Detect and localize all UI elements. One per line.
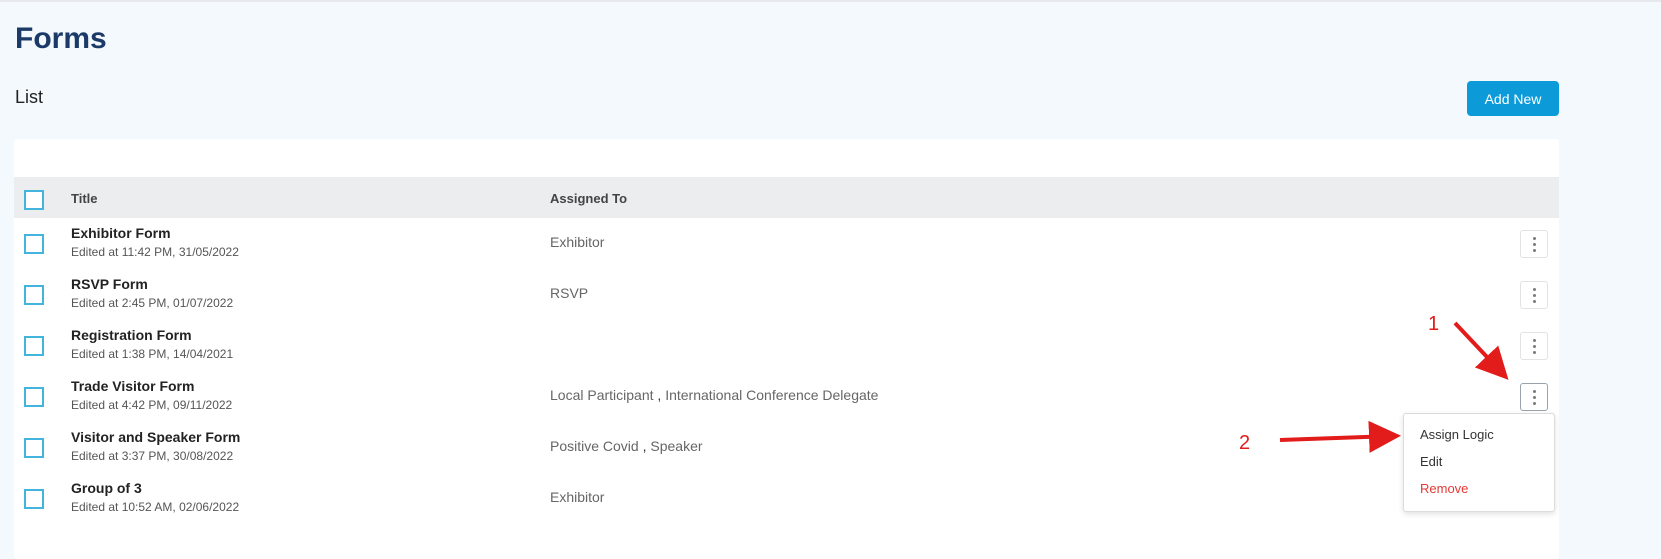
table-row: Group of 3 Edited at 10:52 AM, 02/06/202… bbox=[14, 473, 1559, 524]
assigned-tag: Exhibitor bbox=[550, 234, 605, 250]
table-row: Trade Visitor Form Edited at 4:42 PM, 09… bbox=[14, 371, 1559, 422]
edited-timestamp: Edited at 2:45 PM, 01/07/2022 bbox=[71, 296, 234, 310]
form-title[interactable]: Visitor and Speaker Form bbox=[71, 429, 240, 445]
row-actions-button[interactable] bbox=[1520, 281, 1548, 309]
assigned-to: RSVP bbox=[550, 285, 588, 301]
select-all-checkbox[interactable] bbox=[24, 190, 44, 210]
top-divider bbox=[0, 0, 1661, 2]
assigned-tag: Speaker bbox=[650, 438, 703, 454]
row-actions-button[interactable] bbox=[1520, 332, 1548, 360]
row-actions-button[interactable] bbox=[1520, 383, 1548, 411]
row-checkbox[interactable] bbox=[24, 285, 44, 305]
form-title[interactable]: Exhibitor Form bbox=[71, 225, 171, 241]
table-row: Visitor and Speaker Form Edited at 3:37 … bbox=[14, 422, 1559, 473]
menu-item-assign-logic[interactable]: Assign Logic bbox=[1420, 427, 1494, 442]
forms-table-card: Title Assigned To Exhibitor Form Edited … bbox=[14, 139, 1559, 559]
row-actions-menu: Assign Logic Edit Remove bbox=[1403, 413, 1555, 512]
row-actions-button[interactable] bbox=[1520, 230, 1548, 258]
form-title[interactable]: RSVP Form bbox=[71, 276, 148, 292]
page-title: Forms bbox=[15, 22, 107, 55]
table-row: Exhibitor Form Edited at 11:42 PM, 31/05… bbox=[14, 218, 1559, 269]
assigned-to: Positive Covid , Speaker bbox=[550, 438, 703, 454]
row-checkbox[interactable] bbox=[24, 336, 44, 356]
column-header-title: Title bbox=[71, 191, 98, 206]
edited-timestamp: Edited at 11:42 PM, 31/05/2022 bbox=[71, 245, 239, 259]
assigned-tag: International Conference Delegate bbox=[665, 387, 879, 403]
table-header: Title Assigned To bbox=[14, 177, 1559, 218]
row-checkbox[interactable] bbox=[24, 387, 44, 407]
edited-timestamp: Edited at 3:37 PM, 30/08/2022 bbox=[71, 449, 234, 463]
menu-item-edit[interactable]: Edit bbox=[1420, 454, 1442, 469]
table-row: RSVP Form Edited at 2:45 PM, 01/07/2022 … bbox=[14, 269, 1559, 320]
add-new-button[interactable]: Add New bbox=[1467, 81, 1559, 116]
form-title[interactable]: Registration Form bbox=[71, 327, 192, 343]
row-checkbox[interactable] bbox=[24, 438, 44, 458]
vertical-ellipsis-icon bbox=[1532, 338, 1536, 342]
assigned-tag: Positive Covid bbox=[550, 438, 639, 454]
form-title[interactable]: Group of 3 bbox=[71, 480, 142, 496]
edited-timestamp: Edited at 4:42 PM, 09/11/2022 bbox=[71, 398, 233, 412]
assigned-tag: RSVP bbox=[550, 285, 589, 301]
assigned-separator: , bbox=[653, 387, 666, 403]
assigned-separator: , bbox=[638, 438, 651, 454]
annotation-label-2: 2 bbox=[1239, 432, 1251, 454]
vertical-ellipsis-icon bbox=[1532, 236, 1536, 240]
assigned-to: Local Participant , International Confer… bbox=[550, 387, 878, 403]
assigned-tag: Local Participant bbox=[550, 387, 654, 403]
annotation-label-1: 1 bbox=[1428, 313, 1440, 335]
menu-item-remove[interactable]: Remove bbox=[1420, 481, 1468, 496]
vertical-ellipsis-icon bbox=[1532, 389, 1536, 393]
table-row: Registration Form Edited at 1:38 PM, 14/… bbox=[14, 320, 1559, 371]
assigned-to: Exhibitor bbox=[550, 234, 604, 250]
row-checkbox[interactable] bbox=[24, 234, 44, 254]
edited-timestamp: Edited at 1:38 PM, 14/04/2021 bbox=[71, 347, 234, 361]
list-heading: List bbox=[15, 87, 44, 107]
row-checkbox[interactable] bbox=[24, 489, 44, 509]
edited-timestamp: Edited at 10:52 AM, 02/06/2022 bbox=[71, 500, 240, 514]
assigned-to: Exhibitor bbox=[550, 489, 604, 505]
column-header-assigned-to: Assigned To bbox=[550, 191, 628, 206]
vertical-ellipsis-icon bbox=[1532, 287, 1536, 291]
form-title[interactable]: Trade Visitor Form bbox=[71, 378, 194, 394]
assigned-tag: Exhibitor bbox=[550, 489, 605, 505]
